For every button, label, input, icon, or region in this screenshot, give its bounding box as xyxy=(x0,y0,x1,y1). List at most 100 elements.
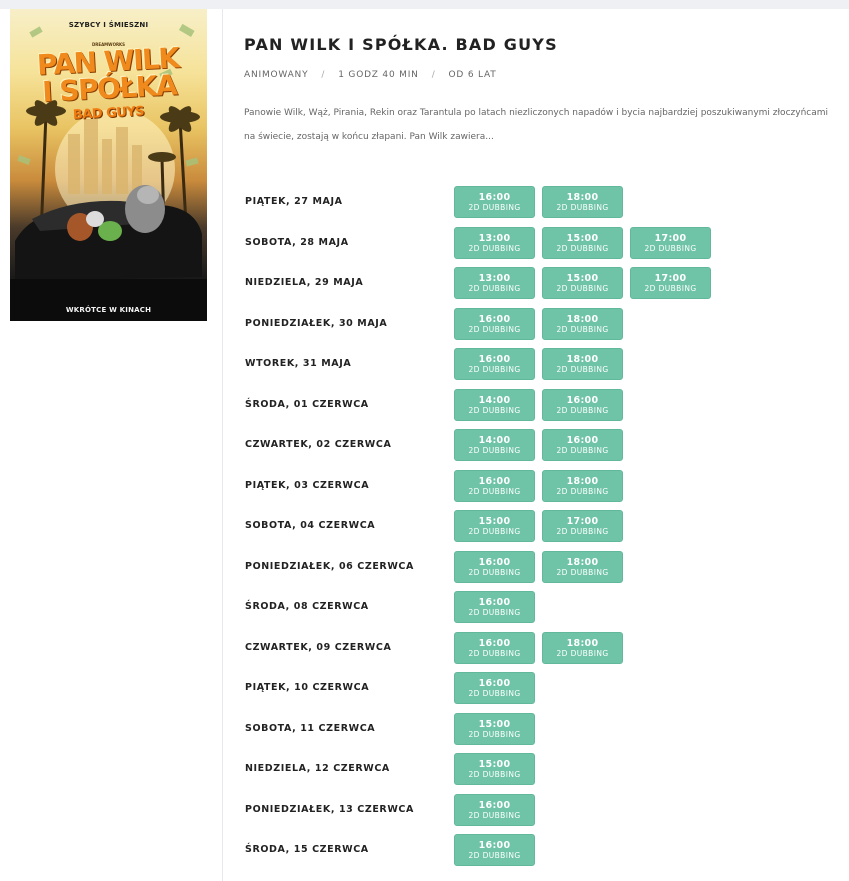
movie-meta: ANIMOWANY / 1 GODZ 40 MIN / OD 6 LAT xyxy=(244,70,497,80)
showtime-button[interactable]: 16:00 2D DUBBING xyxy=(542,388,623,421)
schedule-day-label: ŚRODA, 08 CZERWCA xyxy=(245,601,369,612)
showtime-button[interactable]: 15:00 2D DUBBING xyxy=(454,712,535,745)
schedule-day-label: PIĄTEK, 27 MAJA xyxy=(245,196,343,207)
showtime-format: 2D DUBBING xyxy=(468,203,521,212)
showtime-button[interactable]: 14:00 2D DUBBING xyxy=(454,388,535,421)
showtime-format: 2D DUBBING xyxy=(468,486,521,496)
showtimes-schedule: PIĄTEK, 27 MAJA 16:00 2D DUBBING 18:00 2D DU… xyxy=(244,186,844,875)
showtime-format: 2D DUBBING xyxy=(556,243,609,253)
showtime-time: 15:00 xyxy=(478,759,511,770)
showtime-list: 15:00 2D DUBBING xyxy=(454,712,535,745)
showtime-button[interactable]: 16:00 2D DUBBING xyxy=(454,469,535,502)
schedule-day-row: SOBOTA, 04 CZERWCA 15:00 2D DUBBING 17:00 2D… xyxy=(244,510,844,551)
showtime-time: 16:00 xyxy=(478,475,511,487)
schedule-day-label: ŚRODA, 01 CZERWCA xyxy=(245,398,369,410)
showtime-time: 18:00 xyxy=(566,192,599,203)
showtime-list: 16:00 2D DUBBING xyxy=(454,591,535,623)
meta-separator: / xyxy=(431,70,436,80)
showtime-format: 2D DUBBING xyxy=(468,324,521,334)
schedule-day-row: PONIEDZIAŁEK, 13 CZERWCA 16:00 2D DUBBING xyxy=(244,793,844,835)
showtime-format: 2D DUBBING xyxy=(556,648,609,658)
showtime-button[interactable]: 15:00 2D DUBBING xyxy=(542,226,623,259)
schedule-day-row: SOBOTA, 11 CZERWCA 15:00 2D DUBBING xyxy=(244,712,844,754)
schedule-day-label: PONIEDZIAŁEK, 30 MAJA xyxy=(245,317,388,329)
schedule-day-row: ŚRODA, 15 CZERWCA 16:00 2D DUBBING xyxy=(244,834,844,875)
showtime-list: 16:00 2D DUBBING 18:00 2D DUBBING xyxy=(454,307,623,340)
showtime-list: 14:00 2D DUBBING 16:00 2D DUBBING xyxy=(454,429,623,461)
showtime-button[interactable]: 16:00 2D DUBBING xyxy=(454,834,535,866)
showtime-format: 2D DUBBING xyxy=(468,405,521,415)
showtime-time: 14:00 xyxy=(478,435,511,446)
movie-genre: ANIMOWANY xyxy=(244,70,309,80)
schedule-day-label: SOBOTA, 11 CZERWCA xyxy=(245,722,376,734)
schedule-day-label: CZWARTEK, 09 CZERWCA xyxy=(245,641,392,653)
showtime-button[interactable]: 16:00 2D DUBBING xyxy=(454,307,535,340)
showtime-format: 2D DUBBING xyxy=(556,324,609,334)
showtime-time: 16:00 xyxy=(478,637,511,649)
showtime-format: 2D DUBBING xyxy=(468,851,521,860)
showtime-button[interactable]: 17:00 2D DUBBING xyxy=(630,226,711,259)
showtime-list: 16:00 2D DUBBING 18:00 2D DUBBING xyxy=(454,348,623,380)
showtime-time: 13:00 xyxy=(478,232,511,244)
showtime-format: 2D DUBBING xyxy=(556,486,609,496)
showtime-time: 18:00 xyxy=(566,313,599,325)
showtime-time: 17:00 xyxy=(654,273,687,284)
movie-description: Panowie Wilk, Wąż, Pirania, Rekin oraz T… xyxy=(244,108,828,142)
showtime-button[interactable]: 13:00 2D DUBBING xyxy=(454,226,535,259)
showtime-format: 2D DUBBING xyxy=(644,284,697,293)
showtime-format: 2D DUBBING xyxy=(468,810,521,820)
showtime-format: 2D DUBBING xyxy=(556,405,609,415)
showtime-time: 18:00 xyxy=(566,556,599,568)
showtime-time: 17:00 xyxy=(566,516,599,527)
showtime-time: 16:00 xyxy=(478,556,511,568)
poster-coming-soon: WKRÓTCE W KINACH xyxy=(65,306,152,314)
showtime-button[interactable]: 16:00 2D DUBBING xyxy=(454,793,535,826)
showtime-time: 16:00 xyxy=(478,678,511,689)
showtime-list: 13:00 2D DUBBING 15:00 2D DUBBING 17:00 2D DU… xyxy=(454,226,711,259)
showtime-button[interactable]: 17:00 2D DUBBING xyxy=(542,510,623,542)
schedule-day-row: CZWARTEK, 09 CZERWCA 16:00 2D DUBBING 18:00… xyxy=(244,631,844,673)
showtime-list: 14:00 2D DUBBING 16:00 2D DUBBING xyxy=(454,388,623,421)
showtime-time: 15:00 xyxy=(566,232,599,244)
showtime-time: 15:00 xyxy=(478,516,511,527)
showtime-button[interactable]: 16:00 2D DUBBING xyxy=(454,631,535,664)
showtime-button[interactable]: 15:00 2D DUBBING xyxy=(454,753,535,785)
showtime-time: 16:00 xyxy=(566,435,599,446)
showtime-button[interactable]: 15:00 2D DUBBING xyxy=(454,510,535,542)
showtime-format: 2D DUBBING xyxy=(468,284,521,293)
showtime-button[interactable]: 18:00 2D DUBBING xyxy=(542,469,623,502)
showtime-button[interactable]: 18:00 2D DUBBING xyxy=(542,307,623,340)
showtime-button[interactable]: 18:00 2D DUBBING xyxy=(542,550,623,583)
showtime-button[interactable]: 16:00 2D DUBBING xyxy=(454,348,535,380)
showtime-button[interactable]: 16:00 2D DUBBING xyxy=(454,550,535,583)
showtime-button[interactable]: 16:00 2D DUBBING xyxy=(454,672,535,704)
showtime-list: 16:00 2D DUBBING xyxy=(454,834,535,866)
showtime-format: 2D DUBBING xyxy=(468,648,521,658)
showtime-button[interactable]: 16:00 2D DUBBING xyxy=(454,591,535,623)
movie-age-rating: OD 6 LAT xyxy=(448,70,497,80)
showtime-button[interactable]: 16:00 2D DUBBING xyxy=(542,429,623,461)
showtime-time: 18:00 xyxy=(566,354,599,365)
showtime-button[interactable]: 13:00 2D DUBBING xyxy=(454,267,535,299)
showtime-list: 15:00 2D DUBBING xyxy=(454,753,535,785)
showtime-button[interactable]: 18:00 2D DUBBING xyxy=(542,631,623,664)
showtime-list: 16:00 2D DUBBING 18:00 2D DUBBING xyxy=(454,186,623,218)
showtime-button[interactable]: 17:00 2D DUBBING xyxy=(630,267,711,299)
showtime-format: 2D DUBBING xyxy=(644,243,697,253)
showtime-time: 16:00 xyxy=(566,394,599,406)
showtime-time: 16:00 xyxy=(478,799,511,811)
showtime-format: 2D DUBBING xyxy=(468,243,521,253)
showtime-button[interactable]: 16:00 2D DUBBING xyxy=(454,186,535,218)
movie-duration: 1 GODZ 40 MIN xyxy=(338,70,419,80)
showtime-button[interactable]: 18:00 2D DUBBING xyxy=(542,186,623,218)
showtime-button[interactable]: 18:00 2D DUBBING xyxy=(542,348,623,380)
showtime-time: 18:00 xyxy=(566,475,599,487)
schedule-day-label: PIĄTEK, 03 CZERWCA xyxy=(245,479,370,491)
movie-poster[interactable]: SZYBCY I ŚMIESZNI DREAMWORKS PAN WILK I … xyxy=(10,9,207,321)
showtime-button[interactable]: 14:00 2D DUBBING xyxy=(454,429,535,461)
showtime-button[interactable]: 15:00 2D DUBBING xyxy=(542,267,623,299)
schedule-day-label: NIEDZIELA, 29 MAJA xyxy=(245,277,364,288)
schedule-day-row: ŚRODA, 01 CZERWCA 14:00 2D DUBBING 16:00 2D … xyxy=(244,388,844,430)
showtime-time: 16:00 xyxy=(478,192,511,203)
showtime-time: 16:00 xyxy=(478,354,511,365)
